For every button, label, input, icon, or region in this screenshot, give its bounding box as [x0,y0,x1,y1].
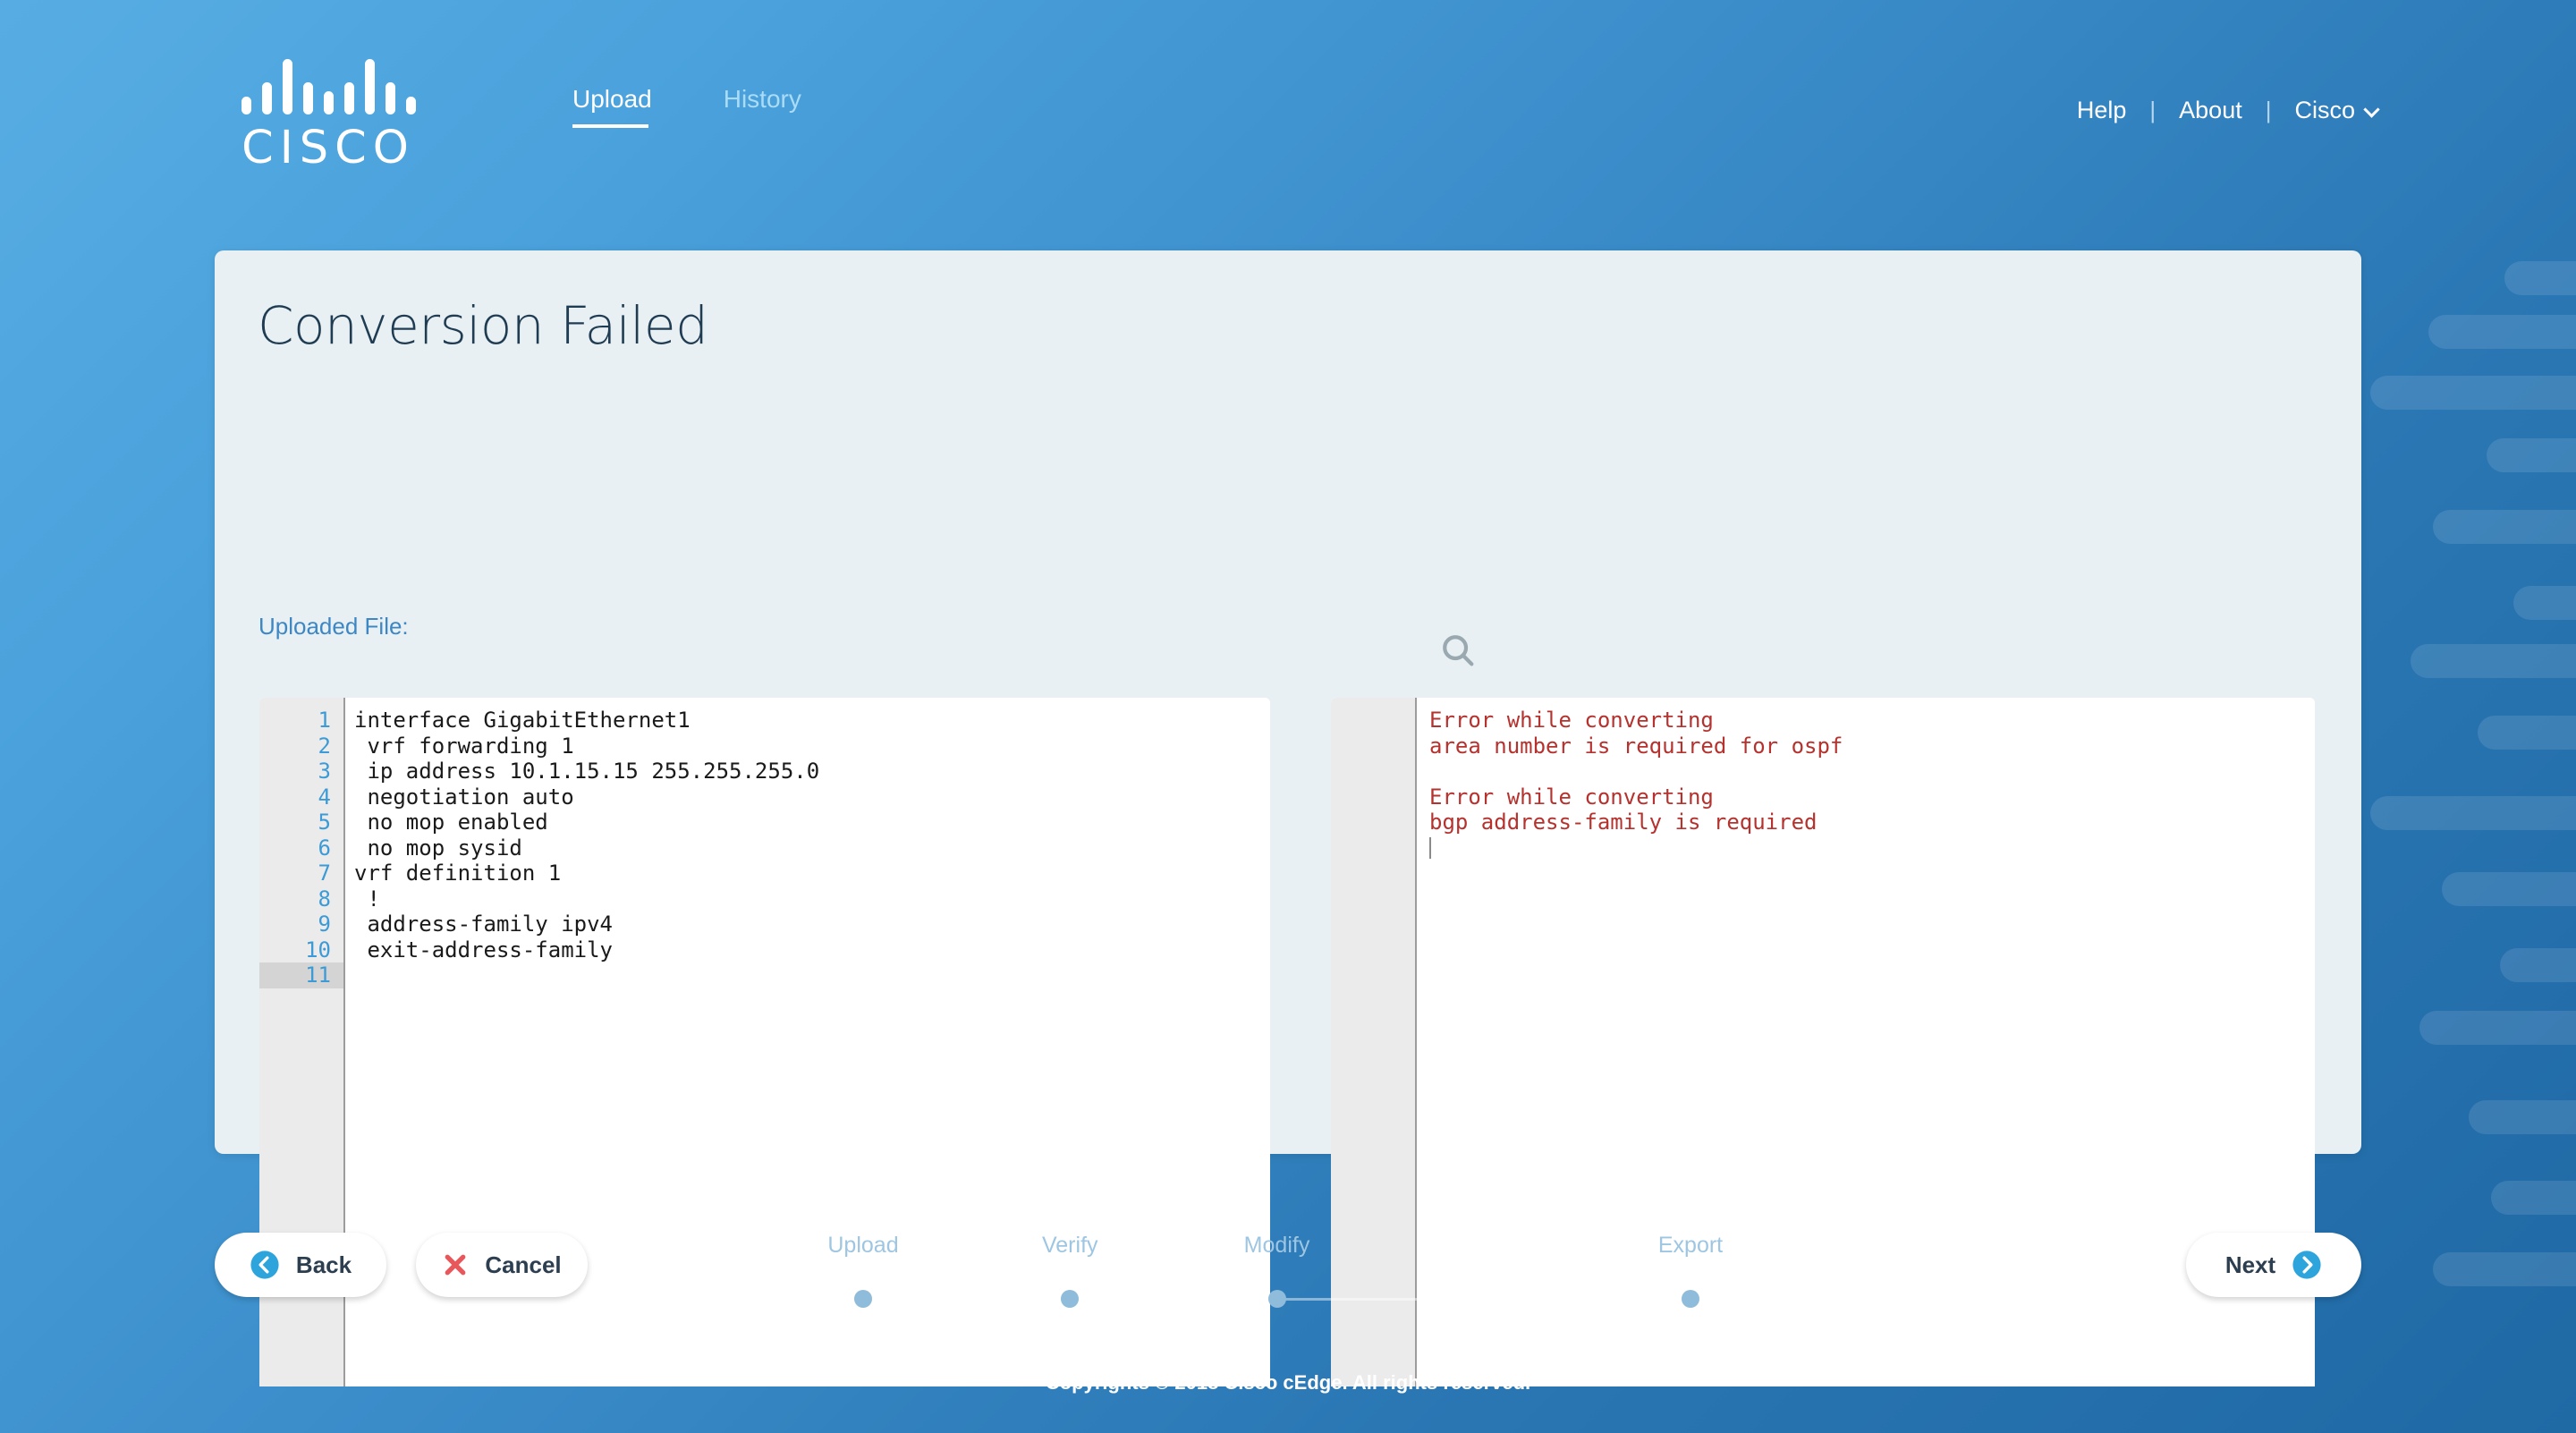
line-number-10: 10 [305,937,331,962]
decorative-bar-12 [2419,1011,2576,1045]
line-number-11: 11 [259,962,343,988]
utility-nav: Help | About | Cisco [2077,97,2380,124]
nav-separator-1: | [2149,97,2157,123]
close-x-icon [442,1251,469,1278]
main-card: Conversion Failed Uploaded File: 1234567… [215,250,2361,1386]
main-nav: Upload History [572,85,801,128]
nav-tab-upload[interactable]: Upload [572,85,652,128]
decorative-bar-15 [2433,1252,2576,1286]
decorative-bar-1 [2504,261,2576,295]
copyright-text: Copyrights © 2018 Cisco cEdge. All right… [1045,1371,1531,1394]
line-number-3: 3 [318,759,331,784]
decorative-bar-10 [2442,872,2576,906]
cancel-button-label: Cancel [485,1251,562,1278]
account-menu[interactable]: Cisco [2294,97,2380,124]
decorative-bar-9 [2370,796,2576,830]
chevron-left-circle-icon [250,1250,280,1280]
line-number-8: 8 [318,886,331,912]
error-messages: Error while converting area number is re… [1429,708,1843,835]
cisco-logo-bar-2 [261,82,272,114]
cisco-logo-bars-icon [199,52,458,114]
stepper-label-upload: Upload [827,1233,899,1258]
stepper-label-export: Export [1657,1233,1724,1258]
help-link[interactable]: Help [2077,97,2127,124]
chevron-down-icon [2363,101,2380,118]
stepper-label-convert: Convert [1441,1233,1526,1258]
decorative-bar-7 [2411,644,2576,678]
text-cursor [1429,836,1431,859]
line-number-6: 6 [318,835,331,861]
line-number-7: 7 [318,861,331,886]
stepper-dot-convert[interactable] [1471,1287,1496,1310]
line-number-2: 2 [318,733,331,759]
stepper-dot-verify[interactable] [1061,1290,1080,1308]
page-title: Conversion Failed [258,295,708,356]
next-button[interactable]: Next [2186,1233,2361,1297]
cisco-logo[interactable]: CISCO [199,52,458,177]
nav-tab-upload-label: Upload [572,85,652,113]
decorative-bar-4 [2487,438,2576,472]
decorative-bar-13 [2469,1100,2576,1134]
nav-tab-history-label: History [723,85,801,113]
cisco-logo-wordmark: CISCO [242,122,415,174]
decorative-bar-11 [2500,948,2576,982]
cisco-logo-bar-1 [241,97,251,114]
decorative-bar-5 [2433,510,2576,544]
cisco-logo-bar-7 [364,59,375,114]
stepper-dot-export[interactable] [1682,1290,1699,1308]
chevron-right-circle-icon [2292,1250,2322,1280]
next-button-label: Next [2224,1251,2276,1278]
stepper-dot-modify[interactable] [1267,1290,1286,1308]
stepper-label-modify: Modify [1243,1233,1310,1258]
account-menu-label: Cisco [2294,97,2355,123]
cisco-logo-bar-9 [405,97,416,114]
back-button[interactable]: Back [215,1233,386,1297]
search-icon[interactable] [1437,630,1479,671]
decorative-bar-2 [2428,315,2576,349]
stepper-track [854,1287,1699,1310]
cancel-button[interactable]: Cancel [416,1233,588,1297]
decorative-bar-6 [2513,586,2576,620]
cisco-logo-bar-5 [323,91,334,114]
cisco-logo-bar-6 [343,82,354,114]
uploaded-file-label: Uploaded File: [258,613,409,640]
page-header: CISCO Upload History Help | About | Cisc… [0,0,2576,242]
line-number-5: 5 [318,810,331,835]
cisco-logo-bar-8 [385,82,395,114]
line-number-9: 9 [318,912,331,937]
progress-stepper: Upload Verify Modify Convert Export [827,1233,1723,1310]
decorative-bar-14 [2491,1181,2576,1215]
cisco-logo-bar-3 [282,59,292,114]
cisco-logo-bar-4 [302,82,313,114]
back-button-label: Back [295,1251,352,1278]
nav-separator-2: | [2265,97,2272,123]
line-number-1: 1 [318,708,331,733]
decorative-bar-3 [2370,376,2576,410]
stepper-labels: Upload Verify Modify Convert Export [827,1233,1723,1267]
stepper-dot-upload[interactable] [854,1290,872,1308]
about-link[interactable]: About [2179,97,2242,124]
nav-tab-history[interactable]: History [724,85,801,128]
stepper-label-verify: Verify [1041,1233,1098,1258]
decorative-bar-8 [2478,716,2576,750]
line-number-4: 4 [318,784,331,810]
